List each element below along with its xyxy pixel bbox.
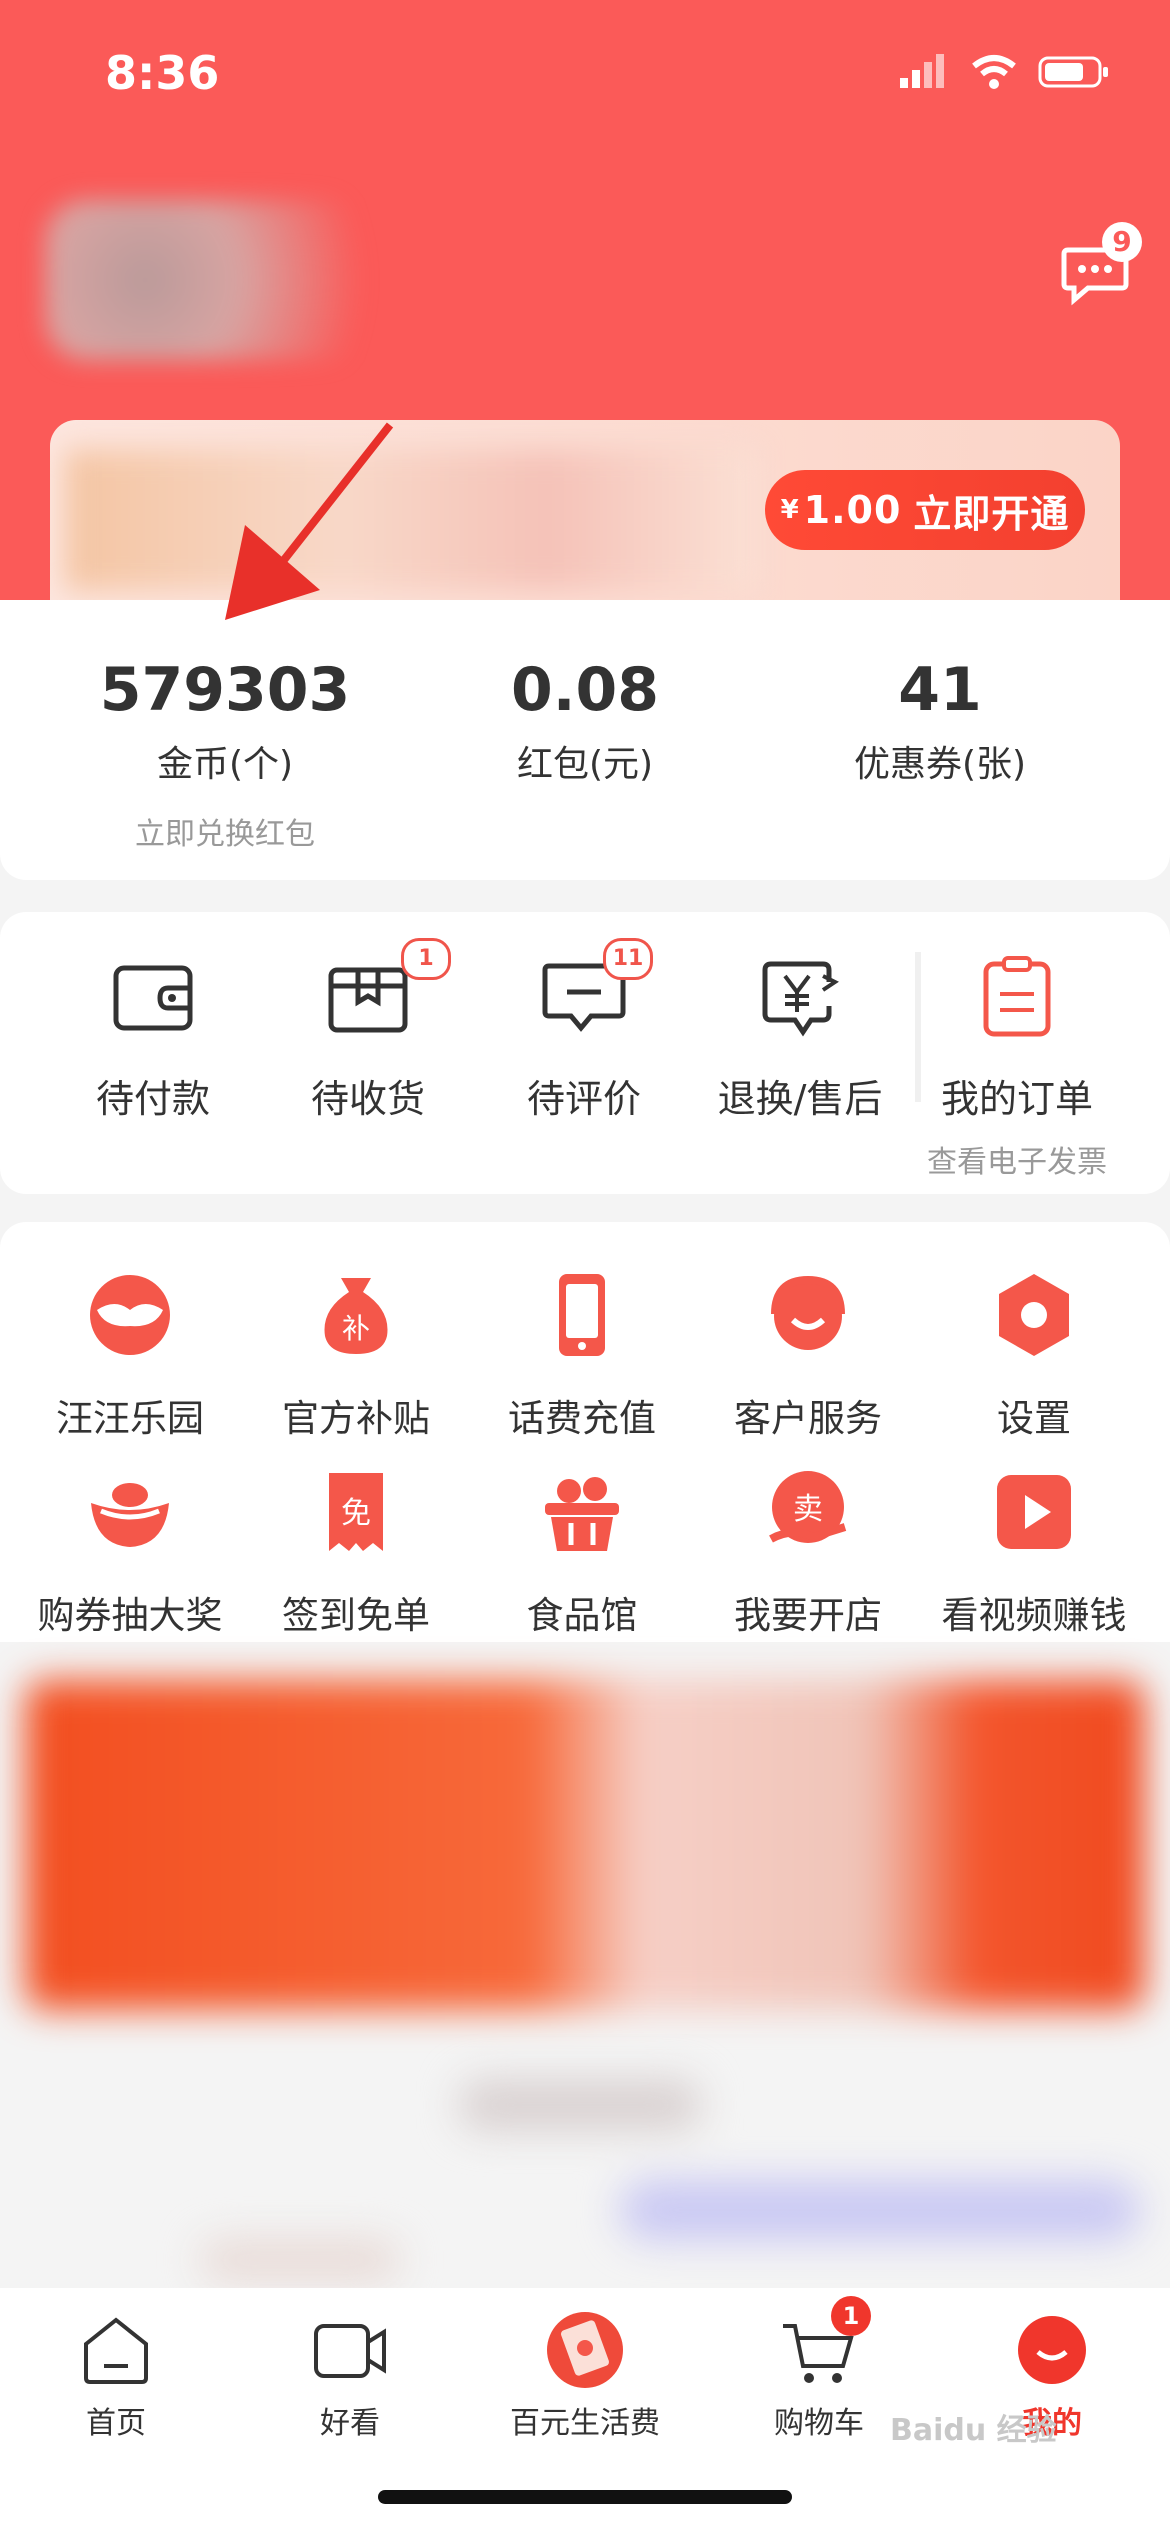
service-label: 话费充值	[508, 1397, 656, 1440]
tab-label: 首页	[86, 2406, 146, 2441]
vip-open-button[interactable]: ¥ 1.00 立即开通	[765, 470, 1085, 550]
coins-value: 579303	[99, 655, 351, 725]
settings-icon	[999, 1274, 1069, 1356]
service-label: 看视频赚钱	[941, 1594, 1127, 1637]
receipt-badge: 1	[401, 938, 451, 980]
order-label: 待收货	[310, 1077, 425, 1121]
video-play-icon	[997, 1475, 1071, 1549]
signal-icon	[900, 54, 944, 88]
open-shop-icon: 卖	[769, 1471, 847, 1543]
coins-label: 金币(个)	[156, 744, 294, 785]
annotation-arrow-icon	[225, 422, 394, 620]
status-icons	[898, 54, 1110, 90]
order-refund[interactable]: 退换/售后	[690, 952, 910, 1123]
home-indicator[interactable]	[378, 2490, 792, 2504]
service-label: 签到免单	[282, 1594, 430, 1637]
free-receipt-icon: 免	[329, 1473, 383, 1551]
promo-banner-blurred[interactable]	[25, 1680, 1145, 2010]
tab-label: 百元生活费	[510, 2406, 660, 2441]
recommendation-blurred	[0, 2020, 1170, 2290]
tab-video[interactable]: 好看	[235, 2310, 465, 2442]
status-time: 8:36	[105, 46, 220, 100]
account-stats: 579303 金币(个) 立即兑换红包 0.08 红包(元) 41 优惠券(张)	[0, 600, 1170, 880]
stat-coupons[interactable]: 41 优惠券(张)	[760, 655, 1120, 787]
service-label: 官方补贴	[282, 1397, 430, 1440]
service-item[interactable]: 食品馆	[469, 1467, 695, 1639]
svg-text:免: 免	[341, 1496, 371, 1531]
red-packet-label: 红包(元)	[516, 744, 654, 785]
service-item[interactable]: 免 签到免单	[243, 1467, 469, 1639]
watermark-text: Baidu 经验	[890, 2413, 1057, 2448]
tab-home[interactable]: 首页	[1, 2310, 231, 2442]
wallet-icon	[113, 965, 193, 1031]
services-grid: 汪汪乐园 补 官方补贴 话费充值 客户服务 设置 购券抽大奖 免 签到免单 食品…	[0, 1222, 1170, 1642]
vip-promo-blurred	[65, 450, 755, 590]
price-value: 1.00	[803, 488, 902, 532]
home-icon	[84, 2317, 148, 2384]
status-bar: 8:36	[0, 40, 1170, 110]
tab-living-allowance[interactable]: 百元生活费	[470, 2310, 700, 2442]
order-pending-receipt[interactable]: 1 待收货	[258, 938, 478, 1123]
order-pending-review[interactable]: 11 待评价	[474, 938, 694, 1123]
order-label: 待评价	[526, 1077, 641, 1121]
service-item[interactable]: 客户服务	[695, 1270, 921, 1442]
service-item[interactable]: 设置	[921, 1270, 1147, 1442]
stat-red-packet[interactable]: 0.08 红包(元)	[405, 655, 765, 787]
service-label: 我要开店	[734, 1594, 882, 1637]
service-item[interactable]: 卖 我要开店	[695, 1467, 921, 1639]
red-envelope-icon	[547, 2312, 623, 2388]
svg-text:补: 补	[342, 1312, 370, 1345]
order-label: 我的订单	[940, 1077, 1093, 1121]
gold-ingot-icon	[91, 1483, 169, 1547]
vip-cta-label: 立即开通	[913, 491, 1070, 536]
coupons-value: 41	[898, 655, 982, 725]
service-item[interactable]: 补 官方补贴	[243, 1270, 469, 1442]
wifi-icon	[972, 55, 1016, 89]
battery-icon	[1038, 56, 1108, 88]
headset-icon	[771, 1275, 845, 1350]
coupons-label: 优惠券(张)	[853, 744, 1027, 785]
cart-badge: 1	[831, 2296, 871, 2336]
orders-section: 待付款 1 待收货 11 待评价 退换/售后 我的订单 查看电子发票	[0, 912, 1170, 1194]
red-packet-value: 0.08	[510, 655, 660, 725]
profile-icon	[1018, 2316, 1086, 2384]
svg-text:卖: 卖	[793, 1492, 823, 1527]
order-list-icon	[983, 956, 1051, 1037]
order-pending-payment[interactable]: 待付款	[43, 952, 263, 1123]
e-invoice-link[interactable]: 查看电子发票	[907, 1137, 1127, 1181]
message-badge: 9	[1102, 222, 1142, 262]
service-item[interactable]: 话费充值	[469, 1270, 695, 1442]
message-button[interactable]: 9	[1060, 222, 1142, 310]
package-icon	[328, 967, 408, 1033]
review-badge: 11	[603, 938, 653, 980]
price-symbol: ¥	[780, 495, 800, 525]
service-item[interactable]: 购券抽大奖	[17, 1467, 243, 1639]
refund-icon	[762, 961, 839, 1037]
subsidy-bag-icon: 补	[324, 1278, 388, 1354]
tab-label: 好看	[320, 2406, 380, 2441]
food-basket-icon	[545, 1477, 619, 1551]
service-item[interactable]: 汪汪乐园	[17, 1270, 243, 1442]
my-orders[interactable]: 我的订单 查看电子发票	[907, 952, 1127, 1181]
phone-icon	[559, 1274, 605, 1356]
avatar-blurred[interactable]	[45, 200, 445, 360]
service-label: 客户服务	[734, 1397, 882, 1440]
service-label: 设置	[997, 1397, 1071, 1440]
video-camera-icon	[314, 2324, 386, 2378]
service-label: 购券抽大奖	[37, 1594, 223, 1637]
stat-coins[interactable]: 579303 金币(个) 立即兑换红包	[45, 655, 405, 853]
service-label: 食品馆	[526, 1594, 638, 1637]
order-label: 待付款	[95, 1077, 210, 1121]
order-label: 退换/售后	[717, 1077, 883, 1121]
dog-icon	[90, 1275, 170, 1355]
service-item[interactable]: 看视频赚钱	[921, 1467, 1147, 1639]
coins-exchange-link[interactable]: 立即兑换红包	[45, 809, 405, 853]
service-label: 汪汪乐园	[56, 1397, 204, 1440]
